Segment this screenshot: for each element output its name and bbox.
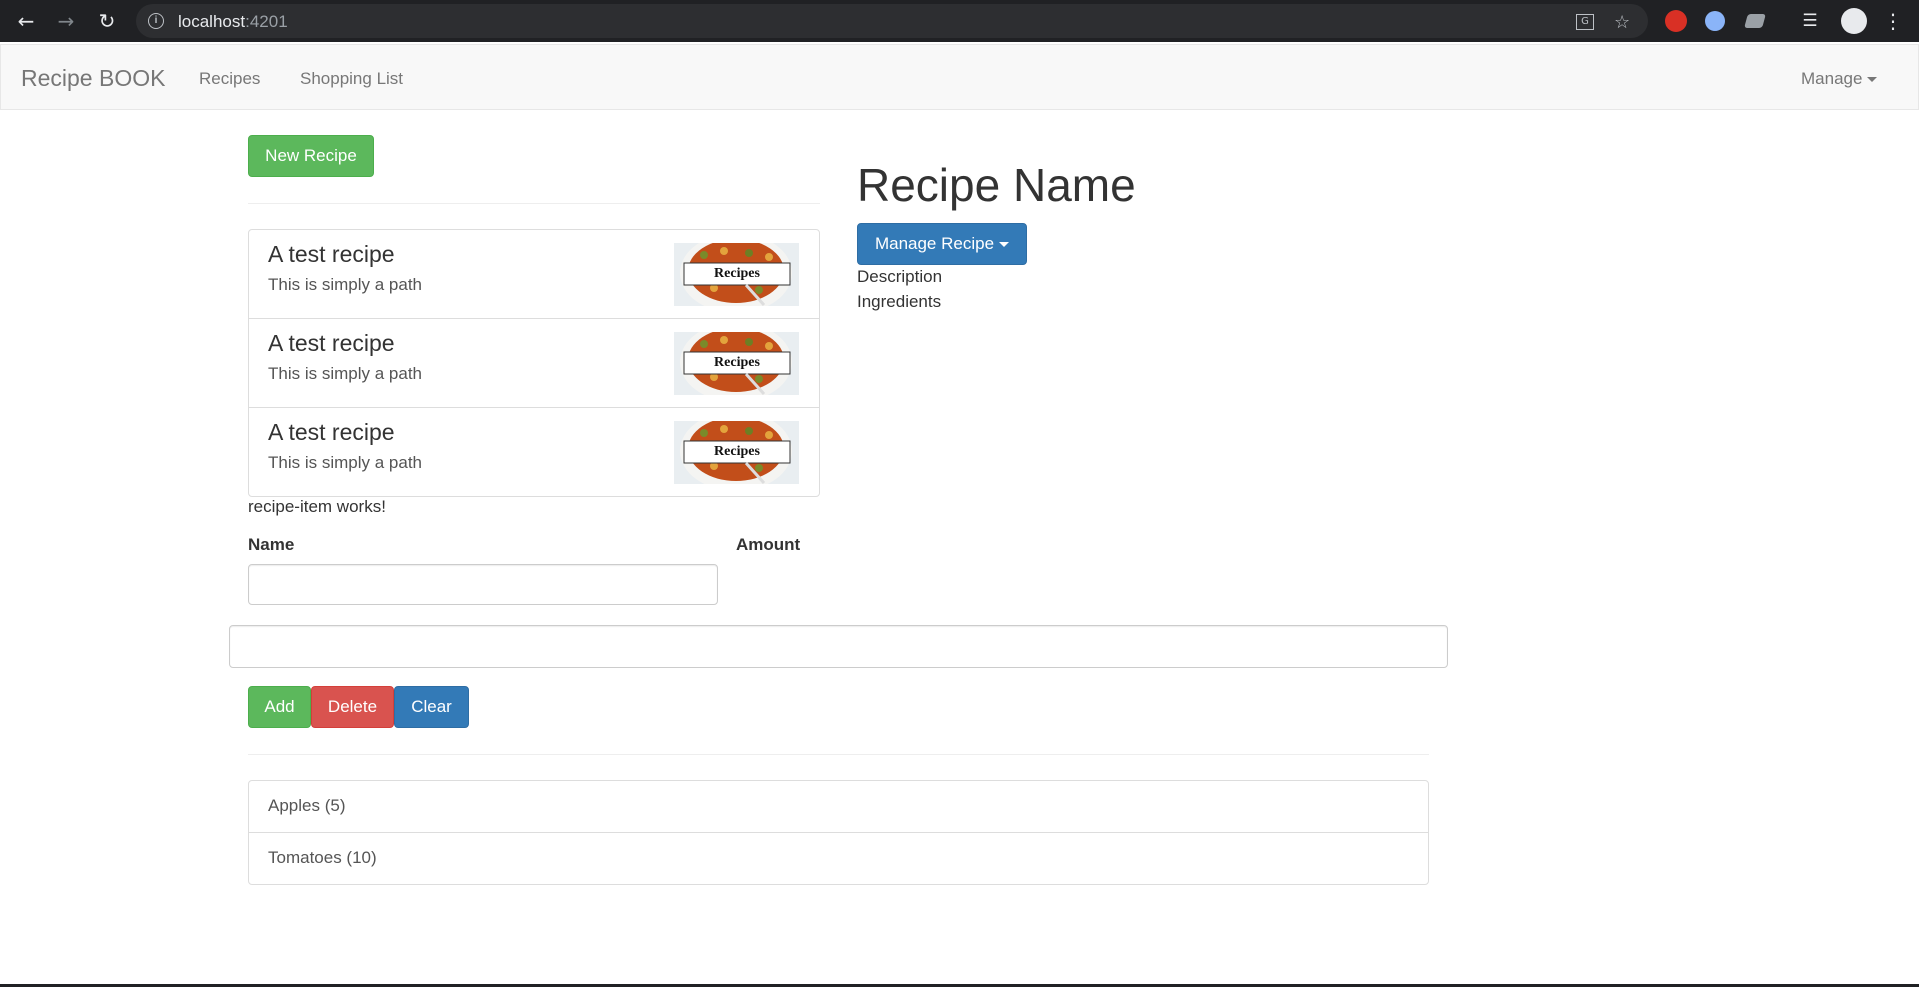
nav-shopping-list[interactable]: Shopping List (300, 69, 403, 89)
extension-icon[interactable] (1705, 11, 1725, 31)
adblock-extension-icon[interactable] (1665, 10, 1687, 32)
recipe-detail-title: Recipe Name (857, 159, 1136, 211)
star-icon[interactable]: ☆ (1614, 12, 1630, 33)
recipe-name: A test recipe (268, 330, 395, 356)
manage-dropdown[interactable]: Manage (1801, 69, 1878, 89)
caret-down-icon (999, 242, 1010, 248)
recipe-description: This is simply a path (268, 364, 422, 383)
media-icon[interactable]: ☰ (1798, 9, 1822, 33)
app-navbar: Recipe BOOK Recipes Shopping List Manage (0, 44, 1919, 110)
manage-recipe-button[interactable]: Manage Recipe (857, 223, 1027, 265)
caret-down-icon (1867, 77, 1878, 83)
recipe-image-text: Recipes (714, 355, 760, 370)
recipe-item[interactable]: A test recipe This is simply a path Reci… (249, 408, 819, 496)
reload-icon[interactable]: ↻ (95, 9, 119, 33)
shopping-list-item[interactable]: Tomatoes (10) (249, 833, 1428, 884)
browser-toolbar: ← → ↻ i localhost:4201 G ☆ ☰ ⋮ (0, 0, 1919, 42)
profile-icon[interactable] (1841, 8, 1867, 34)
shopping-list: Apples (5) Tomatoes (10) (248, 780, 1429, 885)
divider (248, 203, 820, 204)
back-icon[interactable]: ← (14, 9, 38, 33)
recipe-name: A test recipe (268, 419, 395, 445)
recipe-list: A test recipe This is simply a path Reci… (248, 229, 820, 497)
delete-button[interactable]: Delete (311, 686, 394, 728)
menu-icon[interactable]: ⋮ (1881, 9, 1905, 33)
recipe-image-text: Recipes (714, 444, 760, 459)
recipe-description-label: Description (857, 267, 943, 286)
brand-link[interactable]: Recipe BOOK (21, 65, 165, 92)
amount-input[interactable] (229, 625, 1448, 668)
recipe-description: This is simply a path (268, 453, 422, 472)
recipe-name: A test recipe (268, 241, 395, 267)
recipe-image: Recipes (674, 332, 799, 395)
recipe-item[interactable]: A test recipe This is simply a path Reci… (249, 230, 819, 319)
recipe-item[interactable]: A test recipe This is simply a path Reci… (249, 319, 819, 408)
translate-icon[interactable]: G (1576, 14, 1594, 30)
shopping-list-item[interactable]: Apples (5) (249, 781, 1428, 833)
name-input[interactable] (248, 564, 718, 605)
address-bar[interactable]: i localhost:4201 G ☆ (136, 4, 1648, 38)
divider (248, 754, 1429, 755)
recipe-image: Recipes (674, 421, 799, 484)
clear-button[interactable]: Clear (394, 686, 469, 728)
recipe-ingredients-label: Ingredients (857, 292, 942, 311)
nav-recipes[interactable]: Recipes (199, 69, 260, 89)
add-button[interactable]: Add (248, 686, 311, 728)
recipe-image: Recipes (674, 243, 799, 306)
amount-label: Amount (736, 535, 801, 554)
info-icon[interactable]: i (148, 13, 164, 29)
recipe-image-text: Recipes (714, 266, 760, 281)
extension-icon[interactable] (1744, 14, 1766, 28)
name-label: Name (248, 535, 295, 554)
url-text[interactable]: localhost:4201 (178, 12, 288, 32)
forward-icon[interactable]: → (54, 9, 78, 33)
recipe-description: This is simply a path (268, 275, 422, 294)
new-recipe-button[interactable]: New Recipe (248, 135, 374, 177)
recipe-item-works-text: recipe-item works! (248, 497, 386, 516)
